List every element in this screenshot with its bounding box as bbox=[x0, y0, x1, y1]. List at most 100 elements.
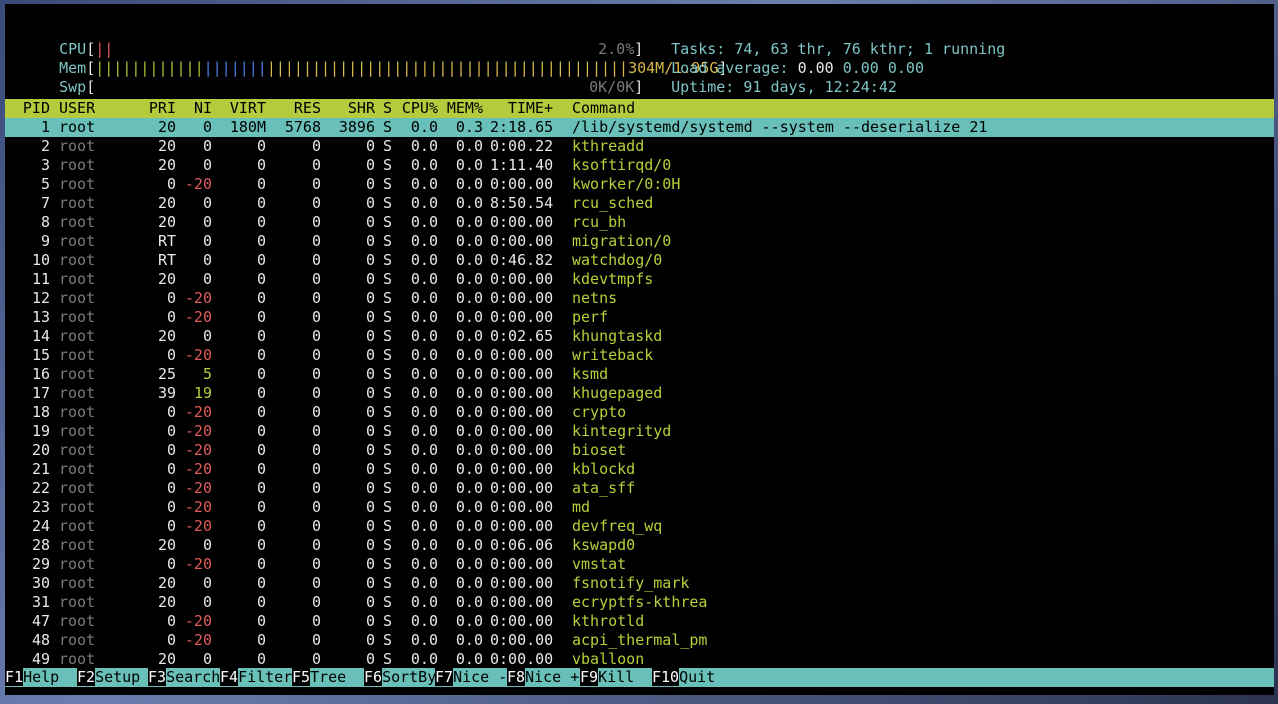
command-cell: migration/0 bbox=[572, 232, 672, 250]
fkey-label: Quit bbox=[679, 668, 734, 686]
ni-cell: -20 bbox=[184, 631, 212, 649]
ni-cell: 0 bbox=[202, 194, 212, 212]
table-row[interactable]: 14 root 20 0 0 0 0 S 0.0 0.0 0:02.65 khungtaskd bbox=[5, 327, 1274, 346]
res-cell: 0 bbox=[311, 612, 321, 630]
table-row[interactable]: 23 root 0 -20 0 0 0 S 0.0 0.0 0:00.00 md bbox=[5, 498, 1274, 517]
pid-cell: 11 bbox=[31, 270, 50, 288]
shr-cell: 0 bbox=[365, 327, 375, 345]
table-row[interactable]: 12 root 0 -20 0 0 0 S 0.0 0.0 0:00.00 netns bbox=[5, 289, 1274, 308]
command-cell: acpi_thermal_pm bbox=[572, 631, 708, 649]
time-cell: 0:00.00 bbox=[490, 384, 554, 402]
fkey-f6[interactable]: F6SortBy bbox=[364, 668, 436, 687]
time-cell: 0:00.22 bbox=[490, 137, 554, 155]
time-cell: 0:00.00 bbox=[490, 422, 554, 440]
pri-cell: 0 bbox=[166, 346, 176, 364]
table-row[interactable]: 49 root 20 0 0 0 0 S 0.0 0.0 0:00.00 vballoon bbox=[5, 650, 1274, 669]
time-cell: 0:46.82 bbox=[490, 251, 554, 269]
table-row[interactable]: 15 root 0 -20 0 0 0 S 0.0 0.0 0:00.00 writeback bbox=[5, 346, 1274, 365]
shr-cell: 0 bbox=[365, 384, 375, 402]
pri-cell: 0 bbox=[166, 441, 176, 459]
ni-cell: -20 bbox=[184, 441, 212, 459]
table-row[interactable]: 3 root 20 0 0 0 0 S 0.0 0.0 1:11.40 ksoftirqd/0 bbox=[5, 156, 1274, 175]
mem-cell: 0.0 bbox=[455, 327, 483, 345]
cpu-cell: 0.0 bbox=[410, 270, 438, 288]
fkey-f9[interactable]: F9Kill bbox=[580, 668, 652, 687]
table-row[interactable]: 18 root 0 -20 0 0 0 S 0.0 0.0 0:00.00 crypto bbox=[5, 403, 1274, 422]
fkey-f8[interactable]: F8Nice + bbox=[507, 668, 579, 687]
table-row[interactable]: 2 root 20 0 0 0 0 S 0.0 0.0 0:00.22 kthreadd bbox=[5, 137, 1274, 156]
time-cell: 0:00.00 bbox=[490, 498, 554, 516]
fkey-f10[interactable]: F10Quit bbox=[652, 668, 733, 687]
user-cell: root bbox=[59, 498, 96, 516]
tasks-summary: Tasks: 74, 63 thr, 76 kthr; 1 running bbox=[635, 21, 1005, 58]
res-cell: 0 bbox=[311, 403, 321, 421]
pid-cell: 9 bbox=[40, 232, 50, 250]
time-cell: 0:00.00 bbox=[490, 346, 554, 364]
table-row[interactable]: 20 root 0 -20 0 0 0 S 0.0 0.0 0:00.00 bioset bbox=[5, 441, 1274, 460]
state-cell: S bbox=[383, 232, 393, 250]
table-row[interactable]: 8 root 20 0 0 0 0 S 0.0 0.0 0:00.00 rcu_bh bbox=[5, 213, 1274, 232]
column-command[interactable]: Command bbox=[572, 99, 635, 118]
pri-cell: 20 bbox=[157, 137, 176, 155]
res-cell: 0 bbox=[311, 384, 321, 402]
column-shr[interactable]: SHR bbox=[325, 99, 375, 118]
mem-cell: 0.0 bbox=[455, 574, 483, 592]
mem-meter-bar-used: |||||||||||| bbox=[95, 59, 204, 77]
table-row[interactable]: 5 root 0 -20 0 0 0 S 0.0 0.0 0:00.00 kworker/0:0H bbox=[5, 175, 1274, 194]
pid-cell: 22 bbox=[31, 479, 50, 497]
column-time[interactable]: TIME+ bbox=[490, 99, 553, 118]
cpu-cell: 0.0 bbox=[410, 232, 438, 250]
column-ni[interactable]: NI bbox=[180, 99, 212, 118]
column-state[interactable]: S bbox=[383, 99, 392, 118]
state-cell: S bbox=[383, 441, 393, 459]
table-row[interactable]: 13 root 0 -20 0 0 0 S 0.0 0.0 0:00.00 perf bbox=[5, 308, 1274, 327]
column-virt[interactable]: VIRT bbox=[215, 99, 266, 118]
table-row[interactable]: 28 root 20 0 0 0 0 S 0.0 0.0 0:06.06 kswapd0 bbox=[5, 536, 1274, 555]
state-cell: S bbox=[383, 517, 393, 535]
mem-cell: 0.0 bbox=[455, 517, 483, 535]
table-row[interactable]: 47 root 0 -20 0 0 0 S 0.0 0.0 0:00.00 kthrotld bbox=[5, 612, 1274, 631]
table-row[interactable]: 11 root 20 0 0 0 0 S 0.0 0.0 0:00.00 kdevtmpfs bbox=[5, 270, 1274, 289]
column-mem-percent[interactable]: MEM% bbox=[443, 99, 483, 118]
column-user[interactable]: USER bbox=[59, 99, 95, 118]
fkey-f5[interactable]: F5Tree bbox=[292, 668, 364, 687]
fkey-f4[interactable]: F4Filter bbox=[220, 668, 292, 687]
table-row[interactable]: 48 root 0 -20 0 0 0 S 0.0 0.0 0:00.00 acpi_thermal_… bbox=[5, 631, 1274, 650]
pid-cell: 31 bbox=[31, 593, 50, 611]
table-row[interactable]: 22 root 0 -20 0 0 0 S 0.0 0.0 0:00.00 ata_sff bbox=[5, 479, 1274, 498]
cpu-meter-value-wrap: 2.0%] bbox=[598, 40, 644, 58]
virt-cell: 0 bbox=[256, 574, 266, 592]
column-cpu-percent[interactable]: CPU% bbox=[397, 99, 438, 118]
res-cell: 0 bbox=[311, 536, 321, 554]
table-row[interactable]: 17 root 39 19 0 0 0 S 0.0 0.0 0:00.00 khugepaged bbox=[5, 384, 1274, 403]
fkey-f2[interactable]: F2Setup bbox=[77, 668, 149, 687]
table-row[interactable]: 9 root RT 0 0 0 0 S 0.0 0.0 0:00.00 migration/0 bbox=[5, 232, 1274, 251]
table-row[interactable]: 31 root 20 0 0 0 0 S 0.0 0.0 0:00.00 ecryptfs-kthre… bbox=[5, 593, 1274, 612]
pri-cell: 20 bbox=[157, 327, 176, 345]
table-row[interactable]: 16 root 25 5 0 0 0 S 0.0 0.0 0:00.00 ksmd bbox=[5, 365, 1274, 384]
fkey-f3[interactable]: F3Search bbox=[148, 668, 220, 687]
column-res[interactable]: RES bbox=[269, 99, 321, 118]
pri-cell: 0 bbox=[166, 460, 176, 478]
table-row[interactable]: 7 root 20 0 0 0 0 S 0.0 0.0 8:50.54 rcu_sched bbox=[5, 194, 1274, 213]
table-row[interactable]: 19 root 0 -20 0 0 0 S 0.0 0.0 0:00.00 kintegrityd bbox=[5, 422, 1274, 441]
fkey-f1[interactable]: F1Help bbox=[5, 668, 77, 687]
table-row[interactable]: 10 root RT 0 0 0 0 S 0.0 0.0 0:46.82 watchdog/0 bbox=[5, 251, 1274, 270]
table-row[interactable]: 24 root 0 -20 0 0 0 S 0.0 0.0 0:00.00 devfreq_wq bbox=[5, 517, 1274, 536]
state-cell: S bbox=[383, 593, 393, 611]
mem-cell: 0.0 bbox=[455, 593, 483, 611]
command-cell: bioset bbox=[572, 441, 627, 459]
column-pid[interactable]: PID bbox=[5, 99, 50, 118]
command-cell: devfreq_wq bbox=[572, 517, 663, 535]
column-pri[interactable]: PRI bbox=[133, 99, 176, 118]
table-row-selected[interactable]: 1 root 20 0 180M 5768 3896 S 0.0 0.3 2:18.65/lib/s… bbox=[5, 118, 1274, 137]
fkey-f7[interactable]: F7Nice - bbox=[435, 668, 507, 687]
table-row[interactable]: 30 root 20 0 0 0 0 S 0.0 0.0 0:00.00 fsnotify_mark bbox=[5, 574, 1274, 593]
fkey-label: Nice - bbox=[453, 668, 508, 686]
table-row[interactable]: 29 root 0 -20 0 0 0 S 0.0 0.0 0:00.00 vmstat bbox=[5, 555, 1274, 574]
pri-cell: 25 bbox=[157, 365, 176, 383]
terminal-window[interactable]: CPU[|| 2.0%] Mem[|||||||||||||||||||||||… bbox=[5, 4, 1274, 695]
process-list[interactable]: 1 root 20 0 180M 5768 3896 S 0.0 0.3 2:18.65/lib/s… bbox=[5, 118, 1274, 669]
res-cell: 0 bbox=[311, 251, 321, 269]
table-row[interactable]: 21 root 0 -20 0 0 0 S 0.0 0.0 0:00.00 kblockd bbox=[5, 460, 1274, 479]
